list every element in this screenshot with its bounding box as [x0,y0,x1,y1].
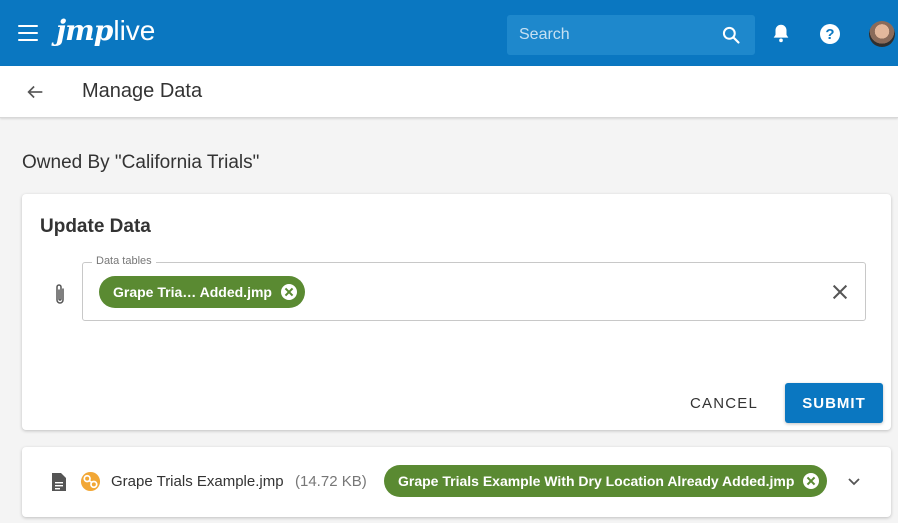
logo-jmp-text: jmp [56,14,113,47]
top-app-bar: jmplive ? [0,0,898,66]
selected-table-chip[interactable]: Grape Tria… Added.jmp [99,276,305,308]
paperclip-icon[interactable] [52,282,68,308]
search-box[interactable] [507,15,755,55]
file-row[interactable]: Grape Trials Example.jmp (14.72 KB) Grap… [22,447,891,517]
data-tables-label: Data tables [92,255,156,267]
owner-heading: Owned By "California Trials" [22,152,260,173]
file-size: (14.72 KB) [295,473,367,490]
jmp-live-logo[interactable]: jmp live [56,14,155,52]
chip-label: Grape Trials Example With Dry Location A… [398,473,795,489]
cancel-button[interactable]: CANCEL [684,384,764,422]
avatar[interactable] [869,21,895,47]
search-icon[interactable] [721,25,741,45]
page-title: Manage Data [82,80,203,102]
menu-icon[interactable] [18,25,38,41]
card-title: Update Data [40,216,151,237]
bell-icon[interactable] [770,22,792,44]
chevron-down-icon[interactable] [844,471,864,491]
submit-button[interactable]: SUBMIT [785,383,883,423]
shared-icon [80,471,101,492]
data-tables-field[interactable]: Data tables Grape Tria… Added.jmp [82,255,866,321]
clear-icon[interactable] [829,281,851,303]
chip-remove-icon[interactable] [280,284,297,300]
file-table-chip[interactable]: Grape Trials Example With Dry Location A… [384,465,828,497]
search-input[interactable] [507,15,707,55]
document-icon [52,473,66,491]
update-data-card: Update Data Data tables Grape Tria… Adde… [22,194,891,430]
help-icon[interactable]: ? [820,24,840,44]
chip-remove-icon[interactable] [803,473,820,489]
file-name[interactable]: Grape Trials Example.jmp [111,473,284,490]
page-header: Manage Data [0,66,898,118]
chip-label: Grape Tria… Added.jmp [113,284,272,300]
arrow-left-icon[interactable] [24,81,46,103]
logo-live-text: live [113,15,156,46]
